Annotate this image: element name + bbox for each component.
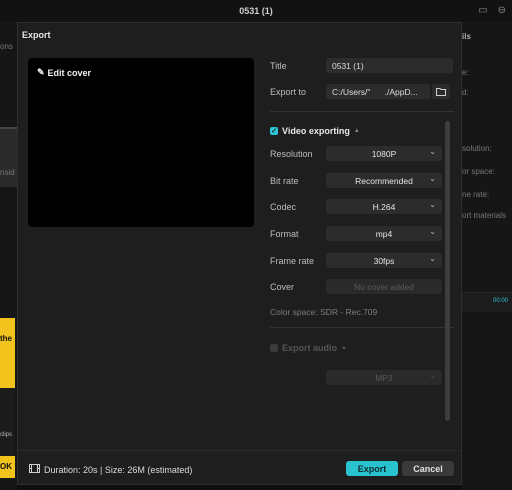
right-panel-label: e:	[462, 68, 469, 77]
chevron-down-icon: ⌄	[429, 254, 436, 263]
edit-cover-label: Edit cover	[47, 67, 92, 78]
export-audio-toggle[interactable]: Export audio ▲	[270, 343, 347, 353]
resolution-value: 1080P	[371, 148, 397, 159]
video-exporting-label: Video exporting	[282, 126, 350, 136]
codec-value: H.264	[372, 201, 396, 212]
clip-preview: clips	[0, 388, 15, 456]
cancel-button[interactable]: Cancel	[402, 461, 454, 476]
chevron-down-icon: ⌄	[429, 174, 436, 183]
framerate-value: 30fps	[373, 255, 395, 266]
clip-caption: the	[0, 334, 12, 343]
cover-status: No cover added	[326, 279, 442, 294]
app-topbar: 0531 (1) ▭ ⊖	[0, 0, 512, 22]
pencil-icon: ✎	[37, 67, 45, 77]
chevron-down-icon: ⌄	[429, 147, 436, 156]
bitrate-label: Bit rate	[270, 176, 299, 186]
chevron-down-icon: ⌄	[429, 227, 436, 236]
film-icon	[29, 464, 40, 475]
caret-up-icon: ▲	[353, 128, 360, 134]
media-thumbnail	[0, 127, 17, 187]
clip-ok-label: OK	[0, 462, 12, 471]
title-input[interactable]: 0531 (1)	[326, 58, 453, 73]
window-control-icon[interactable]: ⊖	[498, 5, 506, 16]
export-summary: Duration: 20s | Size: 26M (estimated)	[29, 464, 192, 475]
export-button[interactable]: Export	[346, 461, 398, 476]
format-label: Format	[270, 229, 299, 239]
right-panel-label: ne rate:	[462, 190, 490, 199]
cover-label: Cover	[270, 282, 295, 292]
timeline-bar: 00:00	[462, 292, 512, 312]
layout-icon[interactable]: ▭	[478, 5, 487, 16]
timeline-marker: 00:00	[492, 298, 508, 304]
title-label: Title	[270, 61, 287, 71]
codec-select[interactable]: H.264 ⌄	[326, 199, 442, 214]
edit-cover-button[interactable]: ✎ Edit cover	[37, 67, 91, 78]
right-panel-background	[462, 22, 512, 490]
bitrate-value: Recommended	[355, 175, 413, 186]
section-divider	[270, 111, 454, 112]
audio-format-select[interactable]: MP3 ⌄	[326, 370, 442, 385]
app-top-icons: ▭ ⊖	[478, 5, 506, 16]
settings-scrollbar[interactable]	[445, 121, 450, 421]
section-divider	[270, 327, 454, 328]
right-panel-label: ils	[462, 32, 471, 41]
caret-up-icon: ▲	[341, 345, 347, 351]
audio-format-value: MP3	[375, 372, 393, 383]
right-panel-label: solution:	[462, 144, 492, 153]
clip-caption: clips	[0, 432, 13, 438]
app-title: 0531 (1)	[239, 6, 273, 16]
dialog-title: Export	[22, 30, 51, 40]
cover-preview[interactable]: ✎ Edit cover	[28, 58, 254, 227]
resolution-label: Resolution	[270, 149, 313, 159]
chevron-down-icon: ⌄	[429, 200, 436, 209]
color-space-info: Color space: SDR - Rec.709	[270, 307, 378, 317]
bitrate-select[interactable]: Recommended ⌄	[326, 173, 442, 188]
export-audio-label: Export audio	[282, 343, 338, 353]
right-panel-label: d:	[462, 88, 469, 97]
footer-divider	[18, 450, 461, 451]
left-panel-label: nsid	[0, 168, 15, 177]
resolution-select[interactable]: 1080P ⌄	[326, 146, 442, 161]
codec-label: Codec	[270, 202, 297, 212]
duration-size-text: Duration: 20s | Size: 26M (estimated)	[44, 464, 193, 475]
folder-icon	[436, 88, 446, 96]
chevron-down-icon: ⌄	[429, 371, 436, 380]
framerate-label: Frame rate	[270, 256, 315, 266]
browse-folder-button[interactable]	[432, 84, 450, 99]
video-exporting-toggle[interactable]: ✓ Video exporting ▲	[270, 126, 360, 136]
left-panel-label: ons	[0, 42, 13, 51]
checkbox-icon[interactable]: ✓	[270, 127, 278, 135]
checkbox-icon[interactable]	[270, 344, 278, 352]
right-panel-label: or space:	[462, 167, 495, 176]
framerate-select[interactable]: 30fps ⌄	[326, 253, 442, 268]
format-value: mp4	[375, 228, 393, 239]
export-dialog: Export ✎ Edit cover Title 0531 (1) Expor…	[17, 22, 462, 485]
format-select[interactable]: mp4 ⌄	[326, 226, 442, 241]
export-to-label: Export to	[270, 87, 307, 97]
right-panel-label: ort materials	[462, 211, 507, 220]
export-path-input[interactable]: C:/Users/" ./AppD...	[326, 84, 430, 99]
